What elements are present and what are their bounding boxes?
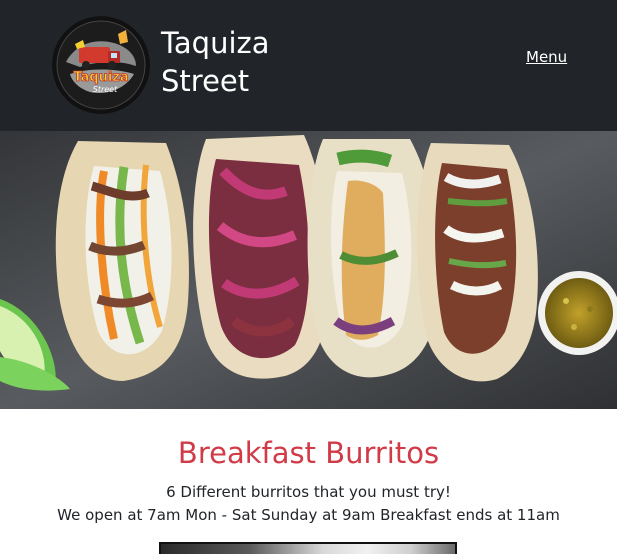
logo-text-main: Taquiza	[73, 70, 128, 85]
burrito-image-preview	[159, 542, 457, 554]
menu-link[interactable]: Menu	[526, 48, 567, 66]
site-header: Taquiza Street Taquiza Street Menu	[0, 0, 617, 131]
page-title: Breakfast Burritos	[177, 436, 440, 470]
brand-line-2: Street	[161, 64, 250, 98]
tacos-photo	[0, 131, 617, 409]
logo-text-sub: Street	[93, 85, 118, 94]
brand-name[interactable]: Taquiza Street	[161, 24, 270, 100]
brand-line-1: Taquiza	[161, 26, 270, 60]
hero-image	[0, 131, 617, 409]
main-content: Breakfast Burritos 6 Different burritos …	[0, 409, 617, 554]
hours-text: We open at 7am Mon - Sat Sunday at 9am B…	[57, 506, 560, 524]
subtitle: 6 Different burritos that you must try!	[166, 483, 451, 501]
logo-graphic: Taquiza Street	[52, 16, 150, 114]
taquiza-street-logo[interactable]: Taquiza Street	[52, 16, 150, 114]
